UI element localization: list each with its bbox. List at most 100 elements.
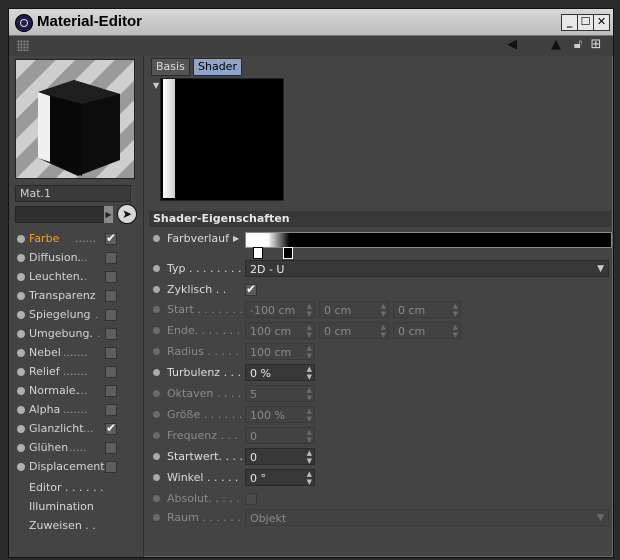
channel-glanzlicht[interactable]: Glanzlicht... ✔ — [15, 420, 141, 438]
picker-cursor-icon[interactable]: ➤ — [117, 204, 137, 224]
channel-checkbox[interactable] — [105, 290, 117, 302]
channel-leuchten[interactable]: Leuchten.... — [15, 268, 141, 286]
ende-x-field[interactable]: 100 cm ▲ ▼ — [245, 322, 315, 339]
expand-triangle-icon[interactable]: ▼ — [153, 81, 159, 90]
spin-icon[interactable]: ▲ ▼ — [381, 323, 386, 339]
minimize-button[interactable]: _ — [561, 14, 578, 31]
tab-basis[interactable]: Basis — [151, 58, 190, 76]
channel-farbe[interactable]: Farbe...... ✔ — [15, 230, 141, 248]
gradient-knot-white[interactable] — [253, 247, 263, 259]
channel-dot-icon — [17, 425, 25, 433]
maximize-button[interactable]: ☐ — [577, 14, 594, 31]
drag-grip-icon[interactable] — [17, 40, 29, 51]
absolut-checkbox[interactable] — [245, 493, 257, 505]
typ-dropdown[interactable]: 2D - U ▼ — [245, 260, 609, 277]
title-bar[interactable]: Material-Editor _ ☐ ✕ — [9, 9, 613, 36]
keyframe-dot-icon[interactable] — [153, 453, 160, 460]
illumination-item[interactable]: Illumination — [29, 500, 94, 513]
lock-icon[interactable]: 🔓︎ — [571, 38, 585, 52]
tab-shader[interactable]: Shader — [193, 58, 242, 76]
channel-nebel[interactable]: Nebel....... — [15, 344, 141, 362]
spin-icon[interactable]: ▲ ▼ — [307, 449, 312, 465]
channel-checkbox[interactable] — [105, 404, 117, 416]
material-name-field[interactable]: Mat.1 — [15, 185, 131, 202]
spin-icon[interactable]: ▲ ▼ — [453, 302, 458, 318]
startwert-field[interactable]: 0 ▲ ▼ — [245, 448, 315, 465]
start-y-field[interactable]: 0 cm ▲ ▼ — [319, 301, 389, 318]
spin-icon[interactable]: ▲ ▼ — [307, 470, 312, 486]
frequenz-field[interactable]: 0 ▲ ▼ — [245, 427, 315, 444]
pointer-icon[interactable]: ▲ — [549, 38, 563, 52]
app-logo-icon — [15, 14, 33, 32]
channel-normale[interactable]: Normale.... — [15, 382, 141, 400]
keyframe-dot-icon[interactable] — [153, 411, 160, 418]
zuweisen-item[interactable]: Zuweisen . . — [29, 519, 96, 532]
channel-checkbox[interactable] — [105, 347, 117, 359]
zyklisch-checkbox[interactable]: ✔ — [245, 283, 257, 296]
keyframe-dot-icon[interactable] — [153, 348, 160, 355]
oktaven-field[interactable]: 5 ▲ ▼ — [245, 385, 315, 402]
keyframe-dot-icon[interactable] — [153, 369, 160, 376]
channel-transparenz[interactable]: Transparenz — [15, 287, 141, 305]
spin-icon[interactable]: ▲ ▼ — [307, 323, 312, 339]
ende-y-field[interactable]: 0 cm ▲ ▼ — [319, 322, 389, 339]
channel-search-input[interactable] — [15, 206, 105, 223]
channel-checkbox[interactable] — [105, 442, 117, 454]
ende-z-field[interactable]: 0 cm ▲ ▼ — [393, 322, 461, 339]
channel-relief[interactable]: Relief....... — [15, 363, 141, 381]
gradient-editor[interactable] — [245, 232, 612, 248]
editor-item[interactable]: Editor . . . . . . — [29, 481, 104, 494]
channel-alpha[interactable]: Alpha....... — [15, 401, 141, 419]
keyframe-dot-icon[interactable] — [153, 390, 160, 397]
spin-icon[interactable]: ▲ ▼ — [307, 302, 312, 318]
keyframe-dot-icon[interactable] — [153, 514, 160, 521]
keyframe-dot-icon[interactable] — [153, 327, 160, 334]
start-x-field[interactable]: -100 cm ▲ ▼ — [245, 301, 315, 318]
channel-umgebung[interactable]: Umgebung.. — [15, 325, 141, 343]
channel-checkbox[interactable] — [105, 385, 117, 397]
channel-checkbox[interactable]: ✔ — [105, 232, 117, 245]
close-button[interactable]: ✕ — [593, 14, 610, 31]
start-z-field[interactable]: 0 cm ▲ ▼ — [393, 301, 461, 318]
winkel-field[interactable]: 0 ° ▲ ▼ — [245, 469, 315, 486]
channel-checkbox[interactable] — [105, 366, 117, 378]
material-preview[interactable] — [15, 59, 135, 179]
window-title: Material-Editor — [37, 13, 143, 30]
new-window-icon[interactable]: ⊞ — [589, 38, 603, 52]
search-arrow-icon[interactable]: ▶ — [104, 206, 113, 223]
spin-icon[interactable]: ▲ ▼ — [381, 302, 386, 318]
groesse-field[interactable]: 100 % ▲ ▼ — [245, 406, 315, 423]
back-arrow-icon[interactable]: ◀ — [505, 38, 519, 52]
keyframe-dot-icon[interactable] — [153, 495, 160, 502]
turbulenz-field[interactable]: 0 % ▲ ▼ — [245, 364, 315, 381]
keyframe-dot-icon[interactable] — [153, 286, 160, 293]
keyframe-dot-icon[interactable] — [153, 265, 160, 272]
raum-dropdown[interactable]: Objekt ▼ — [245, 509, 609, 526]
spin-icon[interactable]: ▲ ▼ — [307, 344, 312, 360]
expand-arrow-icon[interactable]: ▶ — [233, 229, 239, 249]
channel-checkbox[interactable] — [105, 271, 117, 283]
spin-icon[interactable]: ▲ ▼ — [307, 386, 312, 402]
section-header: Shader-Eigenschaften — [149, 211, 611, 227]
spin-icon[interactable]: ▲ ▼ — [307, 407, 312, 423]
channel-checkbox[interactable] — [105, 309, 117, 321]
keyframe-dot-icon[interactable] — [153, 306, 160, 313]
prop-startwert: Startwert. . . . 0 ▲ ▼ — [149, 447, 611, 467]
keyframe-dot-icon[interactable] — [153, 474, 160, 481]
spin-icon[interactable]: ▲ ▼ — [307, 428, 312, 444]
spin-icon[interactable]: ▲ ▼ — [307, 365, 312, 381]
channel-spiegelung[interactable]: Spiegelung. — [15, 306, 141, 324]
channel-checkbox[interactable] — [105, 461, 117, 473]
channel-checkbox[interactable] — [105, 328, 117, 340]
radius-field[interactable]: 100 cm ▲ ▼ — [245, 343, 315, 360]
gradient-knot-black[interactable] — [283, 247, 293, 259]
channel-checkbox[interactable]: ✔ — [105, 422, 117, 435]
channel-diffusion[interactable]: Diffusion.... — [15, 249, 141, 267]
keyframe-dot-icon[interactable] — [153, 235, 160, 242]
channel-gluehen[interactable]: Glühen..... — [15, 439, 141, 457]
spin-icon[interactable]: ▲ ▼ — [453, 323, 458, 339]
keyframe-dot-icon[interactable] — [153, 432, 160, 439]
channel-displacement[interactable]: Displacement — [15, 458, 141, 476]
channel-checkbox[interactable] — [105, 252, 117, 264]
prop-winkel: Winkel . . . . . 0 ° ▲ ▼ — [149, 468, 611, 488]
